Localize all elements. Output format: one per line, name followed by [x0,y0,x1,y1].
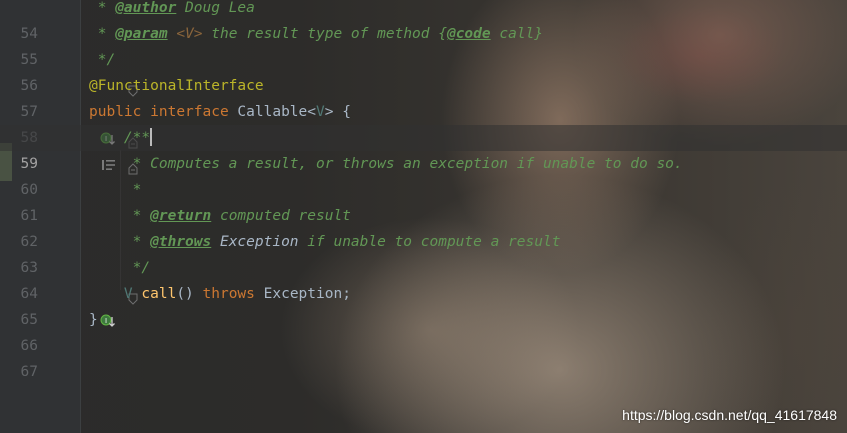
code-text[interactable]: */ [89,255,150,281]
code-line-57[interactable]: 57 @FunctionalInterface [0,73,847,120]
fold-toggle-icon[interactable] [76,132,138,175]
code-line-60[interactable]: 60 * Computes a result, or throws an exc… [0,151,847,198]
javadoc-tag[interactable]: @return [150,208,211,224]
code-text[interactable]: /** [89,125,153,151]
code-text[interactable]: * [89,177,142,203]
code-line-58[interactable]: 58 I public interface Callable<V> { [0,99,847,149]
code-line-67[interactable]: 67 [0,333,847,380]
method-name[interactable]: call [141,286,176,302]
javadoc-text: * Computes a result, or throws an except… [132,156,683,172]
code-line-66[interactable]: 66 } [0,307,847,354]
javadoc-exception-ref[interactable]: Exception [220,234,299,250]
javadoc-text: computed result [211,208,351,224]
javadoc-text: if unable to compute a result [298,234,561,250]
code-text[interactable]: } [89,307,98,333]
keyword: public [89,104,142,120]
code-text[interactable]: public interface Callable<V> { [89,99,351,125]
code-line-54[interactable]: 54 * @author Doug Lea [0,0,847,42]
fold-toggle-icon[interactable] [76,106,138,149]
code-text[interactable]: */ [89,47,115,73]
javadoc-text: /** [123,130,151,146]
javadoc-param-name[interactable]: <V> [176,26,202,42]
line-number: 67 [20,364,38,380]
code-line-55[interactable]: 55 * @param <V> the result type of metho… [0,21,847,68]
javadoc-tag[interactable]: @param [115,26,167,42]
javadoc-text: * [97,0,116,16]
keyword: interface [150,104,229,120]
text-caret [150,128,153,146]
javadoc-tag[interactable]: @throws [150,234,211,250]
implemented-method-icon[interactable]: I [48,286,116,327]
javadoc-text: */ [97,52,116,68]
javadoc-text: */ [132,260,151,276]
punctuation: () [176,286,203,302]
code-line-63[interactable]: 63 * @throws Exception if unable to comp… [0,229,847,276]
javadoc-text: call} [490,26,544,42]
type-parameter[interactable]: V [124,286,133,302]
implemented-interface-icon[interactable]: I [48,104,116,145]
code-line-65[interactable]: 65 I V call() throws Exception; [0,281,847,328]
exception-type[interactable]: Exception; [255,286,351,302]
watermark-url: https://blog.csdn.net/qq_41617848 [622,407,837,423]
keyword: throws [202,286,255,302]
code-text[interactable]: * @param <V> the result type of method {… [89,21,543,47]
class-name[interactable]: Callable< [229,104,316,120]
fold-end-icon[interactable] [76,54,138,97]
punctuation: > { [324,104,351,120]
code-line-56[interactable]: 56 */ [0,47,847,97]
code-text[interactable]: * Computes a result, or throws an except… [89,151,683,177]
javadoc-text: * [132,182,142,198]
javadoc-tag[interactable]: @code [447,26,491,42]
rendered-doc-toggle-icon[interactable] [48,130,116,170]
javadoc-text: the result type of method { [202,26,447,42]
javadoc-tag[interactable]: @author [115,0,176,16]
javadoc-text [211,234,220,250]
code-line-61[interactable]: 61 * [0,177,847,224]
code-text[interactable]: * @throws Exception if unable to compute… [89,229,561,255]
javadoc-text: Doug Lea [176,0,255,16]
type-parameter[interactable]: V [316,104,325,120]
code-text[interactable]: * @return computed result [89,203,351,229]
javadoc-text: * [132,208,151,224]
code-text[interactable]: * @author Doug Lea [89,0,255,21]
code-text[interactable]: @FunctionalInterface [89,73,264,99]
code-editor[interactable]: 54 * @author Doug Lea 55 * @param <V> th… [0,0,847,433]
fold-end-icon[interactable] [76,262,138,305]
code-text[interactable]: V call() throws Exception; [89,281,351,307]
code-line-62[interactable]: 62 * @return computed result [0,203,847,250]
javadoc-text: * [97,26,116,42]
code-line-59[interactable]: 59 /** [0,125,847,175]
annotation[interactable]: @FunctionalInterface [89,78,264,94]
punctuation: } [89,312,98,328]
javadoc-text: * [132,234,151,250]
code-line-64[interactable]: 64 */ [0,255,847,305]
